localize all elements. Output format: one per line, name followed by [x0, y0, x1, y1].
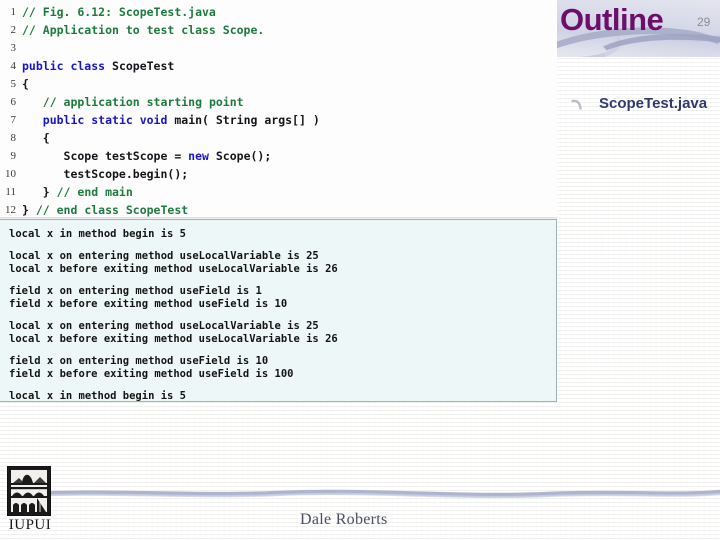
code-line: 2 // Application to test class Scope. [0, 21, 557, 39]
code-line-text: } // end class ScopeTest [22, 203, 189, 217]
footer-author-name: Dale Roberts [300, 511, 388, 528]
page-number: 29 [697, 15, 711, 29]
curved-arc-bullet-icon [571, 98, 585, 110]
list-item[interactable]: ScopeTest.java [570, 95, 720, 113]
console-output-line: field x before exiting method useField i… [9, 368, 294, 380]
console-line-gap [9, 346, 556, 355]
console-line-gap [9, 311, 556, 320]
code-line-number: 7 [10, 114, 17, 126]
console-line-gap [9, 276, 556, 285]
code-line-text: // Fig. 6.12: ScopeTest.java [22, 5, 216, 19]
code-line-text: Scope testScope = new Scope(); [22, 149, 272, 163]
code-line-number: 2 [10, 24, 17, 36]
console-output-line: local x on entering method useLocalVaria… [9, 320, 319, 332]
code-line-text: { [22, 131, 50, 145]
code-line: 7 public static void main( String args[]… [0, 111, 557, 129]
code-line-number: 11 [5, 186, 16, 198]
code-line: 6 // application starting point [0, 93, 557, 111]
code-line-number: 6 [10, 96, 17, 108]
code-line-text: { [22, 77, 29, 91]
iupui-logo: IUPUI [7, 466, 53, 534]
console-output-line: local x before exiting method useLocalVa… [9, 333, 338, 345]
code-line-number: 8 [10, 132, 17, 144]
console-output-line: local x on entering method useLocalVaria… [9, 250, 319, 262]
console-output-line: local x before exiting method useLocalVa… [9, 263, 338, 275]
wave-divider [8, 486, 720, 502]
code-line-text: testScope.begin(); [22, 167, 189, 181]
console-line-gap [9, 241, 556, 250]
code-line: 3 [0, 39, 557, 57]
code-line-number: 1 [10, 6, 17, 18]
java-code-block: 1 // Fig. 6.12: ScopeTest.java 2 // Applica… [0, 0, 557, 218]
iupui-campus-emblem-icon [7, 466, 51, 516]
code-line-text: public static void main( String args[] ) [42, 113, 320, 127]
code-line-text: // application starting point [42, 95, 244, 109]
outline-item-label: ScopeTest.java [599, 95, 708, 112]
code-line: 11 } // end main [0, 183, 557, 201]
code-lines-container: 1 // Fig. 6.12: ScopeTest.java 2 // Applica… [0, 3, 557, 219]
code-line: 1 // Fig. 6.12: ScopeTest.java [0, 3, 557, 21]
page-title: Outline [560, 2, 664, 37]
console-output-line: local x in method begin is 5 [9, 390, 187, 402]
console-line-gap [9, 381, 556, 390]
code-line: 12 } // end class ScopeTest [0, 201, 557, 219]
code-line-number: 4 [10, 60, 17, 72]
code-line-number: 12 [5, 204, 16, 216]
code-line: 4 public class ScopeTest [0, 57, 557, 75]
code-line-text: // Application to test class Scope. [22, 23, 265, 37]
console-output-line: field x before exiting method useField i… [9, 298, 288, 310]
code-line-text: public class ScopeTest [22, 59, 175, 73]
code-line-number: 10 [5, 168, 16, 180]
console-output-line: local x in method begin is 5 [9, 228, 187, 240]
code-line-number: 9 [10, 150, 17, 162]
presentation-slide: Outline 29 ScopeTest.java 1// Fig. 6.12:… [0, 0, 720, 540]
code-line: 5{ [0, 75, 557, 93]
console-lines-container: local x in method begin is 5 local x on e… [9, 228, 556, 403]
code-line: 10 testScope.begin(); [0, 165, 557, 183]
code-line: 9 Scope testScope = new Scope(); [0, 147, 557, 165]
console-output-line: field x on entering method useField is 1 [9, 285, 262, 297]
code-line-number: 5 [10, 78, 17, 90]
code-line: 8 { [0, 129, 557, 147]
console-output-line: field x on entering method useField is 1… [9, 355, 269, 367]
outline-list: ScopeTest.java [570, 95, 720, 121]
program-output-console: local x in method begin is 5 local x on e… [0, 219, 557, 402]
code-line-number: 3 [10, 42, 17, 54]
iupui-wordmark: IUPUI [8, 517, 52, 533]
code-line-text: } // end main [22, 185, 133, 199]
